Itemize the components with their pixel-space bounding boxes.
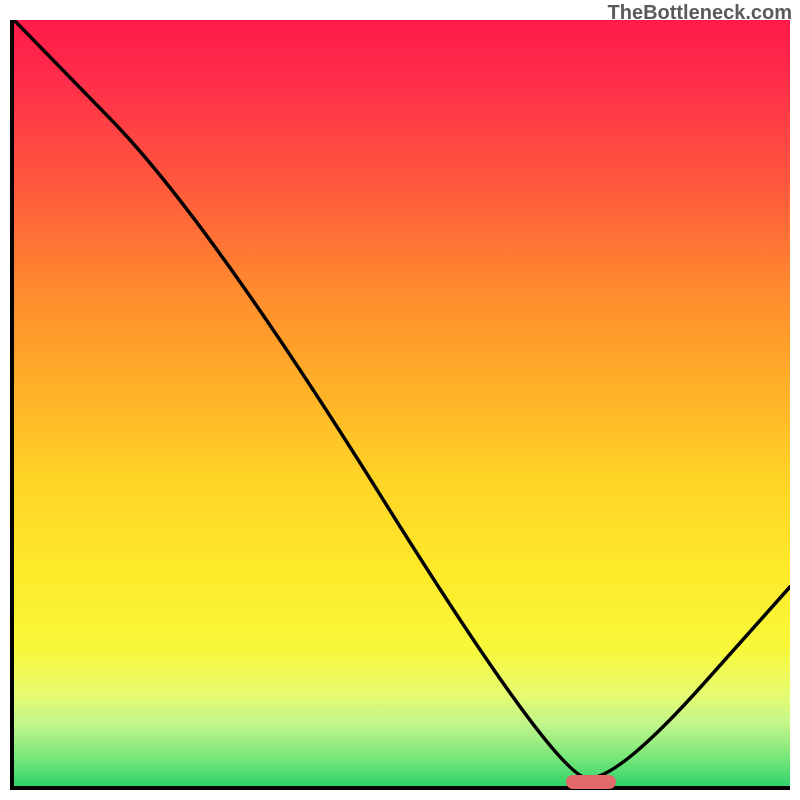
attribution-text: TheBottleneck.com <box>608 2 792 25</box>
bottleneck-curve <box>14 20 790 786</box>
plot-area <box>10 20 790 790</box>
optimal-marker <box>566 775 616 789</box>
